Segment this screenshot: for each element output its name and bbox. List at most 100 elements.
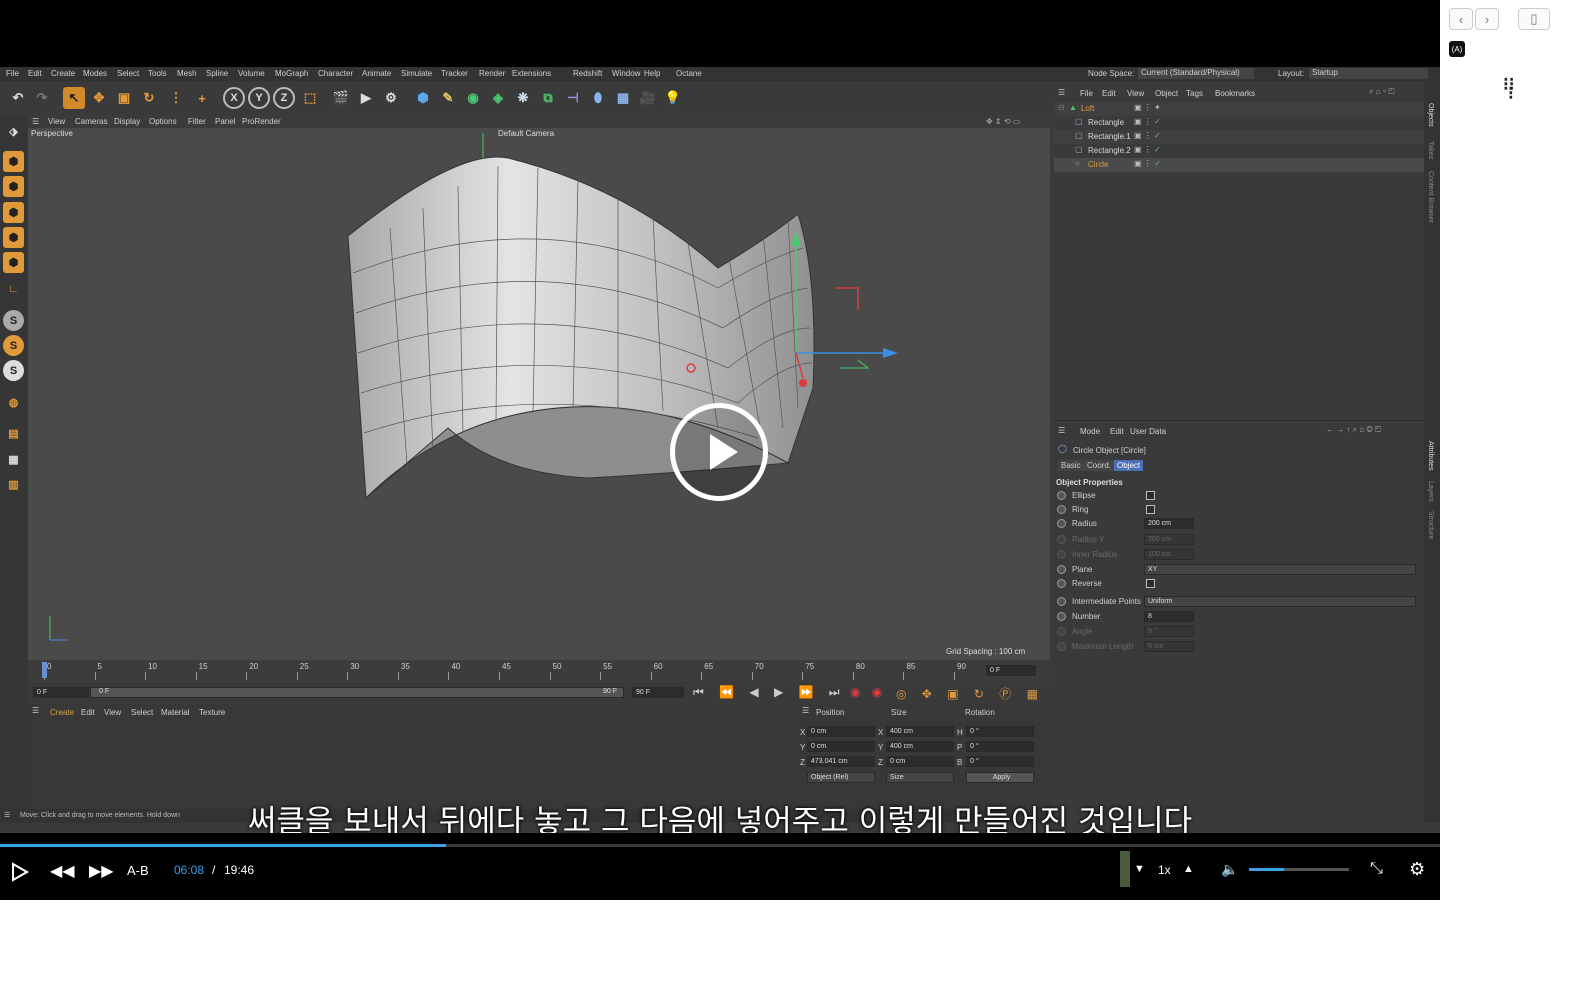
c4d-toolbar: ↶ ↷ ↖ ✥ ▣ ↻ ⋮ + X Y Z ⬚ 🎬 ▶ ⚙ ⬢ ✎ ◉ ◈ ❋ …: [0, 81, 1054, 115]
subdivision-icon: ◉: [467, 90, 479, 105]
video-player[interactable]: File Edit Create Modes Select Tools Mesh…: [0, 0, 1440, 900]
object-name: Rectangle.2: [1088, 146, 1131, 155]
size-mode-select[interactable]: Size: [886, 772, 954, 783]
snap-icon: S: [3, 310, 24, 331]
object-row[interactable]: ⊟ ▲ Loft ▣ ⋮ ✦: [1054, 102, 1424, 116]
property-label: Ellipse: [1072, 491, 1096, 500]
forward-icon[interactable]: ›: [1475, 8, 1499, 30]
play-overlay-button[interactable]: [670, 403, 768, 501]
timeline-tick-label: 0: [47, 662, 52, 671]
side-tab[interactable]: Takes: [1427, 141, 1434, 159]
position-z-field[interactable]: 473.041 cm: [807, 756, 875, 767]
progress-bar[interactable]: [0, 844, 1440, 847]
material-menu-item: Select: [131, 708, 154, 717]
side-tab[interactable]: Attributes: [1427, 441, 1434, 471]
tab-coord[interactable]: Coord.: [1084, 460, 1115, 471]
property-label: Radius: [1072, 519, 1097, 528]
property-label: Angle: [1072, 627, 1093, 636]
left-toolbar: ⬗ ⬢ ⬢ ⬢ ⬢ ⬢ ∟ S S S ◍ ▤ ▦ ▥: [0, 115, 27, 815]
timeline-tick-label: 50: [552, 662, 562, 671]
divider: [1054, 420, 1424, 421]
fast-forward-icon[interactable]: ▶▶: [89, 861, 114, 881]
animation-dot[interactable]: [1057, 491, 1066, 500]
record-icon[interactable]: ◉ ◉: [850, 685, 886, 699]
current-frame-field[interactable]: 0 F: [986, 665, 1036, 676]
deformer-icon: ⊣: [567, 90, 579, 105]
speed-down-icon[interactable]: ▼: [1134, 863, 1145, 875]
side-tab[interactable]: Objects: [1427, 103, 1434, 127]
object-row[interactable]: ▢ Rectangle.1 ▣ ⋮ ✓: [1054, 130, 1424, 144]
property-field[interactable]: 8: [1144, 611, 1194, 622]
object-row[interactable]: ▢ Rectangle.2 ▣ ⋮ ✓: [1054, 144, 1424, 158]
playback-speed: 1x: [1158, 863, 1171, 877]
animation-dot[interactable]: [1057, 627, 1066, 636]
property-checkbox[interactable]: [1146, 505, 1155, 514]
rotation-h-field[interactable]: 0 °: [966, 726, 1034, 737]
volume-icon[interactable]: 🔈: [1221, 861, 1238, 878]
playhead[interactable]: [42, 662, 47, 678]
object-row[interactable]: ▢ Rectangle ▣ ⋮ ✓: [1054, 116, 1424, 130]
timeline-tick: [549, 672, 551, 680]
viewport-menu-item: Cameras: [75, 117, 108, 126]
size-z-field[interactable]: 0 cm: [886, 756, 954, 767]
object-row-selected[interactable]: ○ Circle ▣ ⋮ ✓: [1054, 158, 1424, 172]
coordinate-mode-select[interactable]: Object (Rel): [807, 772, 875, 783]
position-x-field[interactable]: 0 cm: [807, 726, 875, 737]
object-name: Loft: [1081, 104, 1095, 113]
menu-item: Create: [51, 69, 76, 78]
rotation-p-field[interactable]: 0 °: [966, 741, 1034, 752]
animation-dot[interactable]: [1057, 579, 1066, 588]
timeline-tick-label: 45: [502, 662, 511, 671]
ab-repeat-button[interactable]: A-B: [127, 863, 149, 878]
visibility-icon: ▣ ⋮ ✓: [1134, 159, 1161, 168]
position-y-field[interactable]: 0 cm: [807, 741, 875, 752]
animation-dot[interactable]: [1057, 535, 1066, 544]
tab-basic[interactable]: Basic: [1058, 460, 1084, 471]
animation-dot[interactable]: [1057, 505, 1066, 514]
size-y-field[interactable]: 400 cm: [886, 741, 954, 752]
play-icon[interactable]: [10, 862, 30, 882]
animation-dot[interactable]: [1057, 519, 1066, 528]
back-icon[interactable]: ‹: [1449, 8, 1473, 30]
end-frame-field[interactable]: 90 F: [632, 687, 684, 698]
size-x-field[interactable]: 400 cm: [886, 726, 954, 737]
property-label: Maximum Length: [1072, 642, 1134, 651]
exit-fullscreen-icon[interactable]: ⤡: [1370, 860, 1383, 878]
tab-object[interactable]: Object: [1114, 460, 1144, 471]
speed-up-icon[interactable]: ▲: [1183, 863, 1194, 875]
side-tab[interactable]: Layers: [1427, 481, 1434, 502]
sidebar-toggle-icon[interactable]: ▯: [1518, 8, 1550, 30]
animation-dot[interactable]: [1057, 597, 1066, 606]
timeline-tick-label: 75: [805, 662, 815, 671]
frame-range-slider[interactable]: 0 F 90 F: [90, 687, 624, 698]
property-dropdown[interactable]: XY: [1144, 564, 1416, 575]
side-tab[interactable]: Structure: [1427, 511, 1434, 539]
playback-buttons[interactable]: ⏮ ⏪ ◀ ▶ ⏩ ⏭: [693, 685, 846, 700]
start-frame-field[interactable]: 0 F: [33, 687, 89, 698]
side-tab[interactable]: Content Browser: [1427, 171, 1434, 223]
animation-dot[interactable]: [1057, 565, 1066, 574]
points-mode-icon: ⬢: [3, 202, 24, 223]
attributes-nav-icons: ← → ↑ ⌕ ⌂ ◎ ◰: [1326, 425, 1382, 434]
rotation-b-field[interactable]: 0 °: [966, 756, 1034, 767]
settings-icon[interactable]: ⚙: [1409, 859, 1425, 880]
render-region-icon: 🎬: [332, 90, 350, 105]
apply-button[interactable]: Apply: [966, 772, 1034, 783]
volume-slider[interactable]: [1249, 868, 1349, 871]
rewind-icon[interactable]: ◀◀: [50, 861, 75, 881]
circle-object-icon: ◯: [1058, 444, 1067, 453]
property-dropdown[interactable]: Uniform: [1144, 596, 1416, 607]
timeline-ruler[interactable]: 0 5 10 15 20 25 30 35 40 45 50 55 60 65 70 75 80 85 90 0 F: [28, 660, 1050, 682]
animation-dot[interactable]: [1057, 612, 1066, 621]
menu-item: Window: [612, 69, 641, 78]
property-checkbox[interactable]: [1146, 491, 1155, 500]
cloner-icon: ⧉: [543, 90, 553, 105]
animation-dot[interactable]: [1057, 642, 1066, 651]
axis-label: Y: [878, 743, 884, 752]
property-field[interactable]: 200 cm: [1144, 518, 1194, 529]
menu-item: Redshift: [573, 69, 603, 78]
extension-icon[interactable]: (A): [1449, 41, 1465, 57]
animation-dot[interactable]: [1057, 550, 1066, 559]
property-checkbox[interactable]: [1146, 579, 1155, 588]
more-options-icon[interactable]: ⁝⁝ ⁝: [1503, 75, 1514, 102]
